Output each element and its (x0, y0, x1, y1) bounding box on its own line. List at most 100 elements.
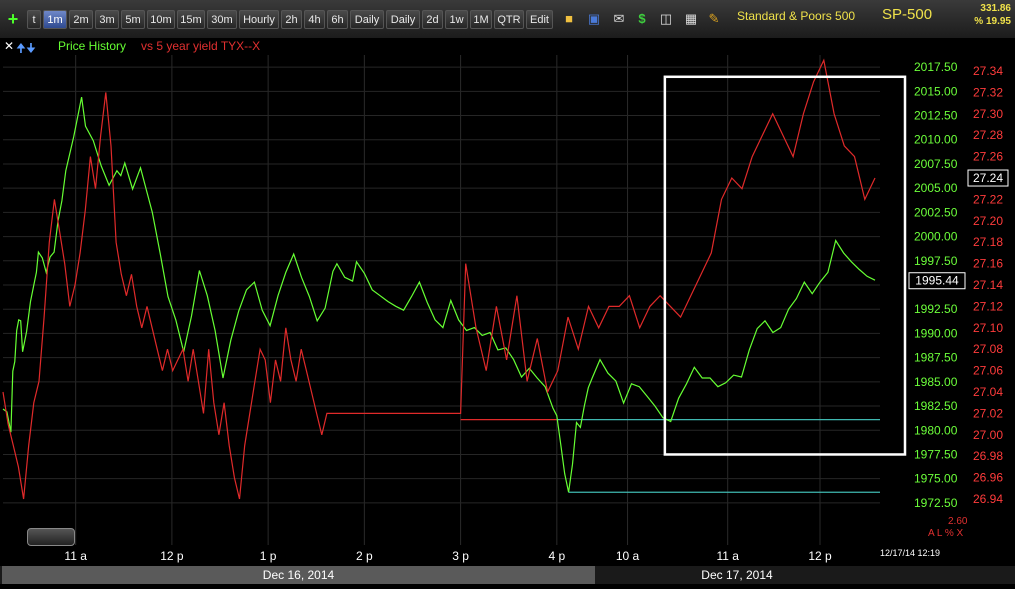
left-tick-7: 2000.00 (914, 230, 958, 244)
left-tick-10: 1992.50 (914, 302, 958, 316)
right-tick-2: 27.30 (973, 107, 1003, 121)
left-tick-5: 2005.00 (914, 181, 958, 195)
right-tick-18: 26.98 (973, 449, 1003, 463)
date-bar: Dec 16, 2014 Dec 17, 2014 (0, 566, 1015, 584)
dollar-icon[interactable]: $ (633, 9, 651, 29)
x-tick-2: 1 p (260, 549, 277, 563)
right-tick-9: 27.16 (973, 257, 1003, 271)
right-tick-13: 27.08 (973, 342, 1003, 356)
right-tick-14: 27.06 (973, 364, 1003, 378)
timeframe-button-11[interactable]: 6h (327, 10, 348, 29)
timeframe-button-16[interactable]: 1M (470, 10, 492, 29)
x-tick-3: 2 p (356, 549, 373, 563)
series-price-history (2, 96, 876, 493)
timeframe-button-9[interactable]: 2h (281, 10, 302, 29)
timeframe-button-7[interactable]: 30m (207, 10, 237, 29)
right-tick-10: 27.14 (973, 278, 1003, 292)
right-tick-1: 27.32 (973, 85, 1003, 99)
lock-icon[interactable]: ■ (560, 9, 578, 29)
timeframe-button-1[interactable]: 1m (43, 10, 67, 29)
timeframe-button-2[interactable]: 2m (69, 10, 93, 29)
indicator-letters[interactable]: A L % X (928, 528, 963, 539)
add-icon[interactable]: + (4, 9, 22, 29)
timeframe-button-10[interactable]: 4h (304, 10, 325, 29)
date-label-2: Dec 17, 2014 (701, 568, 773, 582)
toolbar: + t 1m 2m 3m 5m 10m 15m 30m Hourly 2h 4h 6h Daily Dai… (0, 0, 1015, 38)
tools-icon[interactable]: ✎ (705, 9, 723, 29)
current-price-label: 1995.44 (915, 274, 959, 288)
x-tick-8: 12 p (808, 549, 832, 563)
right-tick-19: 26.96 (973, 471, 1003, 485)
x-tick-4: 3 p (452, 549, 469, 563)
left-tick-3: 2010.00 (914, 133, 958, 147)
right-tick-15: 27.04 (973, 385, 1003, 399)
save-icon[interactable]: ▣ (585, 9, 603, 29)
right-tick-3: 27.28 (973, 128, 1003, 142)
right-tick-4: 27.26 (973, 150, 1003, 164)
timeframe-button-18[interactable]: Edit (526, 10, 553, 29)
left-tick-17: 1975.00 (914, 472, 958, 486)
right-tick-12: 27.10 (973, 321, 1003, 335)
timeframe-button-6[interactable]: 15m (177, 10, 205, 29)
x-tick-0: 11 a (64, 549, 87, 563)
x-tick-6: 10 a (616, 549, 640, 563)
change-percent: % 19.95 (974, 16, 1011, 27)
series-yield (2, 58, 876, 500)
timeframe-button-3[interactable]: 3m (95, 10, 119, 29)
change-value: 331.86 (980, 3, 1011, 14)
arrow-down-icon[interactable]: 🠋 (26, 39, 36, 60)
left-tick-18: 1972.50 (914, 496, 958, 510)
left-tick-2: 2012.50 (914, 109, 958, 123)
left-tick-16: 1977.50 (914, 447, 958, 461)
left-tick-11: 1990.00 (914, 326, 958, 340)
timeframe-button-4[interactable]: 5m (121, 10, 145, 29)
right-axis-ticks: 27.34 27.32 27.30 27.28 27.26 27.24 27.22 27.20… (973, 64, 1003, 506)
legend-price-label[interactable]: Price History (58, 39, 126, 53)
right-tick-11: 27.12 (973, 299, 1003, 313)
left-tick-0: 2017.50 (914, 60, 958, 74)
right-tick-7: 27.20 (973, 214, 1003, 228)
right-tick-6: 27.22 (973, 192, 1003, 206)
scroll-handle[interactable] (27, 528, 75, 546)
timeframe-button-12[interactable]: Daily (350, 10, 384, 29)
x-axis-ticks: 11 a 12 p 1 p 2 p 3 p 4 p 10 a 11 a 12 p (64, 549, 832, 563)
legend-yield-label[interactable]: vs 5 year yield TYX--X (141, 39, 260, 53)
settings-icon[interactable]: ▦ (682, 9, 700, 29)
timeframe-button-17[interactable]: QTR (494, 10, 524, 29)
symbol-name: Standard & Poors 500 (737, 9, 856, 23)
timeframe-button-8[interactable]: Hourly (239, 10, 279, 29)
left-tick-8: 1997.50 (914, 254, 958, 268)
timestamp: 12/17/14 12:19 (880, 548, 941, 558)
right-tick-8: 27.18 (973, 235, 1003, 249)
current-yield-label: 27.24 (973, 171, 1003, 185)
close-icon[interactable]: ✕ (4, 39, 14, 53)
timeframe-button-13[interactable]: Daily (386, 10, 420, 29)
highlight-box (663, 75, 907, 456)
right-tick-16: 27.02 (973, 406, 1003, 420)
right-tick-0: 27.34 (973, 64, 1003, 78)
left-tick-15: 1980.00 (914, 423, 958, 437)
gridlines (3, 55, 880, 545)
arrow-up-icon[interactable]: 🠉 (16, 39, 26, 60)
chart-canvas: 2017.50 2015.00 2012.50 2010.00 2007.50 2005.… (2, 55, 1009, 563)
x-tick-1: 12 p (160, 549, 184, 563)
x-tick-5: 4 p (548, 549, 565, 563)
indicator-value: 2.60 (948, 516, 968, 527)
timeframe-button-0[interactable]: t (27, 10, 41, 29)
right-tick-20: 26.94 (973, 492, 1003, 506)
symbol-ticker: SP-500 (882, 6, 933, 23)
date-label-1: Dec 16, 2014 (2, 566, 595, 584)
left-tick-12: 1987.50 (914, 351, 958, 365)
left-tick-1: 2015.00 (914, 84, 958, 98)
left-tick-4: 2007.50 (914, 157, 958, 171)
left-tick-13: 1985.00 (914, 375, 958, 389)
left-tick-14: 1982.50 (914, 399, 958, 413)
print-icon[interactable]: ◫ (657, 9, 675, 29)
left-tick-6: 2002.50 (914, 205, 958, 219)
timeframe-button-5[interactable]: 10m (147, 10, 175, 29)
right-tick-17: 27.00 (973, 428, 1003, 442)
mail-icon[interactable]: ✉ (610, 9, 628, 29)
timeframe-button-15[interactable]: 1w (445, 10, 468, 29)
x-tick-7: 11 a (716, 549, 739, 563)
timeframe-button-14[interactable]: 2d (422, 10, 443, 29)
